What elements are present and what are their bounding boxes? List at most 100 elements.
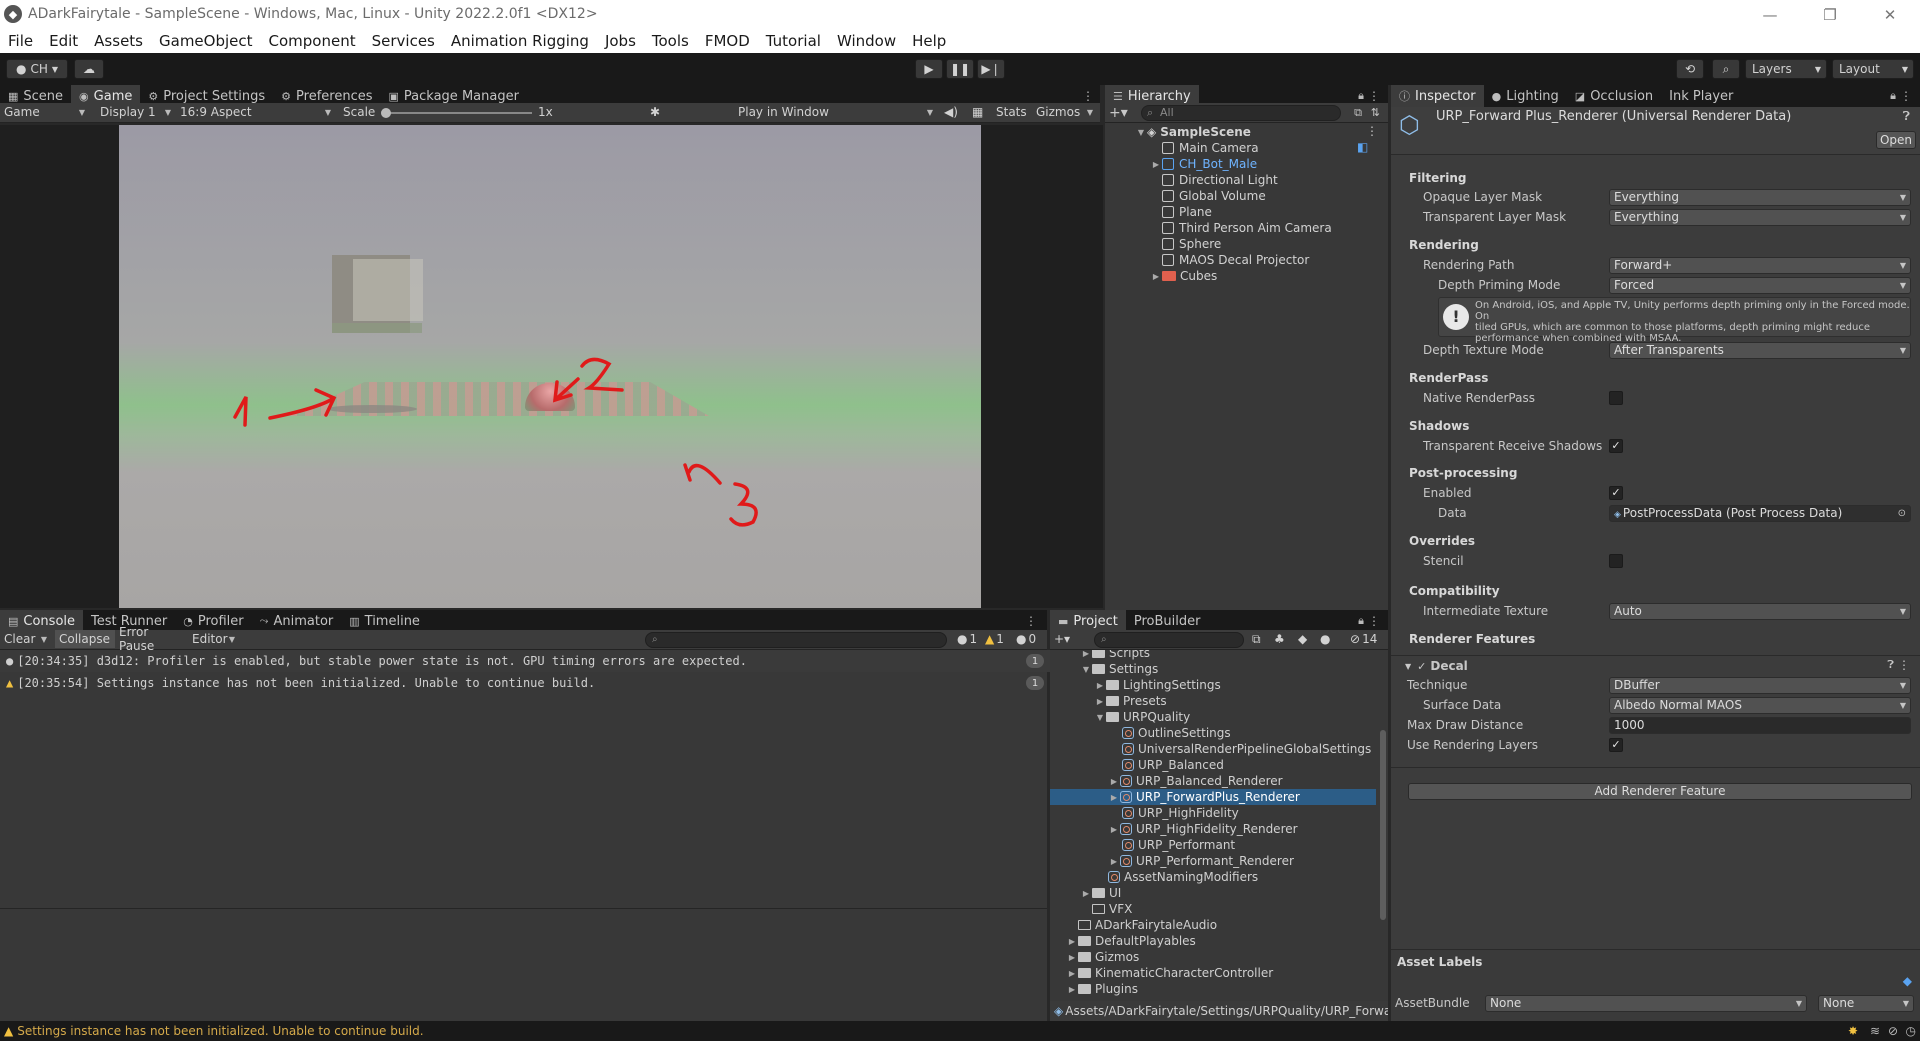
project-folder-scripts[interactable]: ▶ Scripts (1080, 650, 1150, 661)
log-row[interactable]: ▲ [20:35:54] Settings instance has not b… (0, 672, 1052, 694)
rendering-path-dropdown[interactable]: Forward+ ▼ (1609, 257, 1911, 274)
project-asset-urp-balanced[interactable]: URP_Balanced (1122, 757, 1224, 773)
hierarchy-item-maos-decal-projector[interactable]: MAOS Decal Projector (1162, 252, 1309, 268)
hierarchy-item-cubes[interactable]: ▶ Cubes (1150, 268, 1217, 284)
project-folder-kinematiccharactercontroller[interactable]: ▶ KinematicCharacterController (1066, 965, 1273, 981)
tab-probuilder[interactable]: ProBuilder (1126, 610, 1209, 632)
project-folder-adarkfairytaleaudio[interactable]: ADarkFairytaleAudio (1078, 917, 1217, 933)
scene-menu-icon[interactable]: ⋮ (1366, 124, 1378, 138)
lock-icon[interactable]: 🔒︎ (1358, 614, 1364, 628)
project-folder-vfx[interactable]: VFX (1092, 901, 1132, 917)
editor-dropdown[interactable]: Editor ▼ (188, 630, 238, 648)
game-viewport[interactable] (119, 125, 981, 608)
menu-services[interactable]: Services (364, 29, 443, 53)
detail-splitter[interactable] (0, 908, 1047, 909)
expand-arrow-icon[interactable]: ▶ (1080, 889, 1092, 898)
tab-lighting[interactable]: ● Lighting (1484, 85, 1567, 107)
close-button[interactable]: ✕ (1860, 0, 1920, 29)
restore-button[interactable]: ❐ (1800, 0, 1860, 29)
project-folder-presets[interactable]: ▶ Presets (1094, 693, 1167, 709)
more-menu-icon[interactable]: ⋮ (1898, 658, 1910, 672)
filter-icon[interactable]: ⇅ (1371, 106, 1380, 119)
game-view[interactable] (0, 125, 1103, 608)
console-search-input[interactable]: ⌕ (645, 632, 947, 648)
aspect-dropdown[interactable]: 16:9 Aspect ▼ (176, 103, 334, 121)
help-icon[interactable]: ❓︎ (1887, 658, 1894, 672)
expand-arrow-icon[interactable]: ▶ (1094, 697, 1106, 706)
error-filter-toggle[interactable]: ● 0 (1012, 630, 1042, 648)
expand-arrow-icon[interactable]: ▶ (1066, 953, 1078, 962)
info-filter-toggle[interactable]: ● 1 (953, 630, 979, 648)
progress-icon[interactable]: ✸ (1848, 1024, 1858, 1038)
project-folder-ui[interactable]: ▶ UI (1080, 885, 1121, 901)
scale-slider[interactable] (381, 108, 532, 118)
expand-arrow-icon[interactable]: ▼ (1405, 662, 1411, 671)
menu-tools[interactable]: Tools (644, 29, 697, 53)
expand-arrow-icon[interactable]: ▶ (1150, 160, 1162, 169)
tab-inspector[interactable]: ⓘ Inspector (1391, 85, 1484, 107)
expand-arrow-icon[interactable]: ▶ (1066, 969, 1078, 978)
account-dropdown[interactable]: ● CH ▼ (6, 59, 68, 79)
history-button[interactable]: ⟲ (1676, 59, 1704, 79)
depth-priming-dropdown[interactable]: Forced ▼ (1609, 277, 1911, 294)
opaque-layer-mask-dropdown[interactable]: Everything ▼ (1609, 189, 1911, 206)
post-processing-enabled-checkbox[interactable]: ✓ (1609, 486, 1623, 500)
hierarchy-search-input[interactable]: ⌕ All (1141, 105, 1341, 121)
scale-slider-thumb[interactable] (381, 108, 391, 118)
project-asset-outlinesettings[interactable]: OutlineSettings (1122, 725, 1231, 741)
save-search-icon[interactable]: ◆ (1294, 630, 1314, 648)
expand-arrow-icon[interactable]: ▶ (1150, 272, 1162, 281)
menu-gameobject[interactable]: GameObject (151, 29, 261, 53)
expand-arrow-icon[interactable]: ▶ (1108, 793, 1120, 802)
hidden-packages-toggle[interactable]: ⊘ 14 (1346, 630, 1386, 648)
step-button[interactable]: ▶❘ (977, 59, 1005, 79)
expand-arrow-icon[interactable]: ▶ (1108, 777, 1120, 786)
expand-arrow-icon[interactable]: ▶ (1066, 937, 1078, 946)
project-folder-lightingsettings[interactable]: ▶ LightingSettings (1094, 677, 1221, 693)
hierarchy-scene-row[interactable]: ▼ ◈ SampleScene (1135, 124, 1251, 140)
add-renderer-feature-button[interactable]: Add Renderer Feature (1408, 783, 1912, 800)
technique-dropdown[interactable]: DBuffer ▼ (1609, 677, 1911, 694)
project-asset-urp-forwardplus-renderer[interactable]: ▶ URP_ForwardPlus_Renderer (1108, 789, 1300, 805)
menu-jobs[interactable]: Jobs (597, 29, 644, 53)
settings-icon[interactable]: ◷ (1906, 1024, 1916, 1038)
use-rendering-layers-checkbox[interactable]: ✓ (1609, 738, 1623, 752)
surface-data-dropdown[interactable]: Albedo Normal MAOS ▼ (1609, 697, 1911, 714)
transparent-layer-mask-dropdown[interactable]: Everything ▼ (1609, 209, 1911, 226)
play-mode-dropdown[interactable]: Play in Window ▼ (734, 103, 936, 121)
status-message[interactable]: Settings instance has not been initializ… (17, 1024, 423, 1038)
tab-timeline[interactable]: ▥ Timeline (341, 610, 428, 632)
more-menu-icon[interactable]: ⋮ (1025, 614, 1037, 628)
project-folder-urpquality[interactable]: ▼ URPQuality (1094, 709, 1190, 725)
expand-arrow-icon[interactable]: ▼ (1135, 128, 1147, 137)
warning-filter-toggle[interactable]: ▲ 1 (981, 630, 1007, 648)
project-asset-urp-performant[interactable]: URP_Performant (1122, 837, 1235, 853)
project-asset-urp-highfidelity[interactable]: URP_HighFidelity (1122, 805, 1239, 821)
error-pause-toggle[interactable]: Error Pause (115, 625, 187, 653)
layout-dropdown[interactable]: Layout ▼ (1832, 59, 1914, 79)
transparent-receive-shadows-checkbox[interactable]: ✓ (1609, 439, 1623, 453)
expand-arrow-icon[interactable]: ▼ (1094, 713, 1106, 722)
network-icon[interactable]: ≋ (1870, 1024, 1880, 1038)
hierarchy-item-plane[interactable]: Plane (1162, 204, 1212, 220)
stats-button[interactable]: Stats (992, 103, 1028, 121)
menu-assets[interactable]: Assets (86, 29, 151, 53)
tab-ink-player[interactable]: Ink Player (1661, 85, 1741, 107)
stencil-checkbox[interactable] (1609, 554, 1623, 568)
expand-arrow-icon[interactable]: ▶ (1094, 681, 1106, 690)
project-asset-urp-global-settings[interactable]: UniversalRenderPipelineGlobalSettings (1122, 741, 1371, 757)
expand-arrow-icon[interactable]: ▼ (1080, 665, 1092, 674)
lock-icon[interactable]: 🔒︎ (1890, 89, 1896, 103)
game-mode-dropdown[interactable]: Game ▼ (0, 103, 88, 121)
search-by-label-icon[interactable]: ♣ (1270, 630, 1290, 648)
hierarchy-item-global-volume[interactable]: Global Volume (1162, 188, 1266, 204)
project-folder-defaultplayables[interactable]: ▶ DefaultPlayables (1066, 933, 1196, 949)
expand-arrow-icon[interactable]: ▶ (1108, 857, 1120, 866)
layers-dropdown[interactable]: Layers ▼ (1745, 59, 1827, 79)
more-menu-icon[interactable]: ⋮ (1368, 89, 1380, 103)
tab-project[interactable]: ▬ Project (1050, 610, 1126, 632)
gizmos-dropdown[interactable]: Gizmos ▼ (1032, 103, 1096, 121)
play-button[interactable]: ▶ (915, 59, 943, 79)
more-menu-icon[interactable]: ⋮ (1368, 614, 1380, 628)
pause-button[interactable]: ❚❚ (946, 59, 974, 79)
